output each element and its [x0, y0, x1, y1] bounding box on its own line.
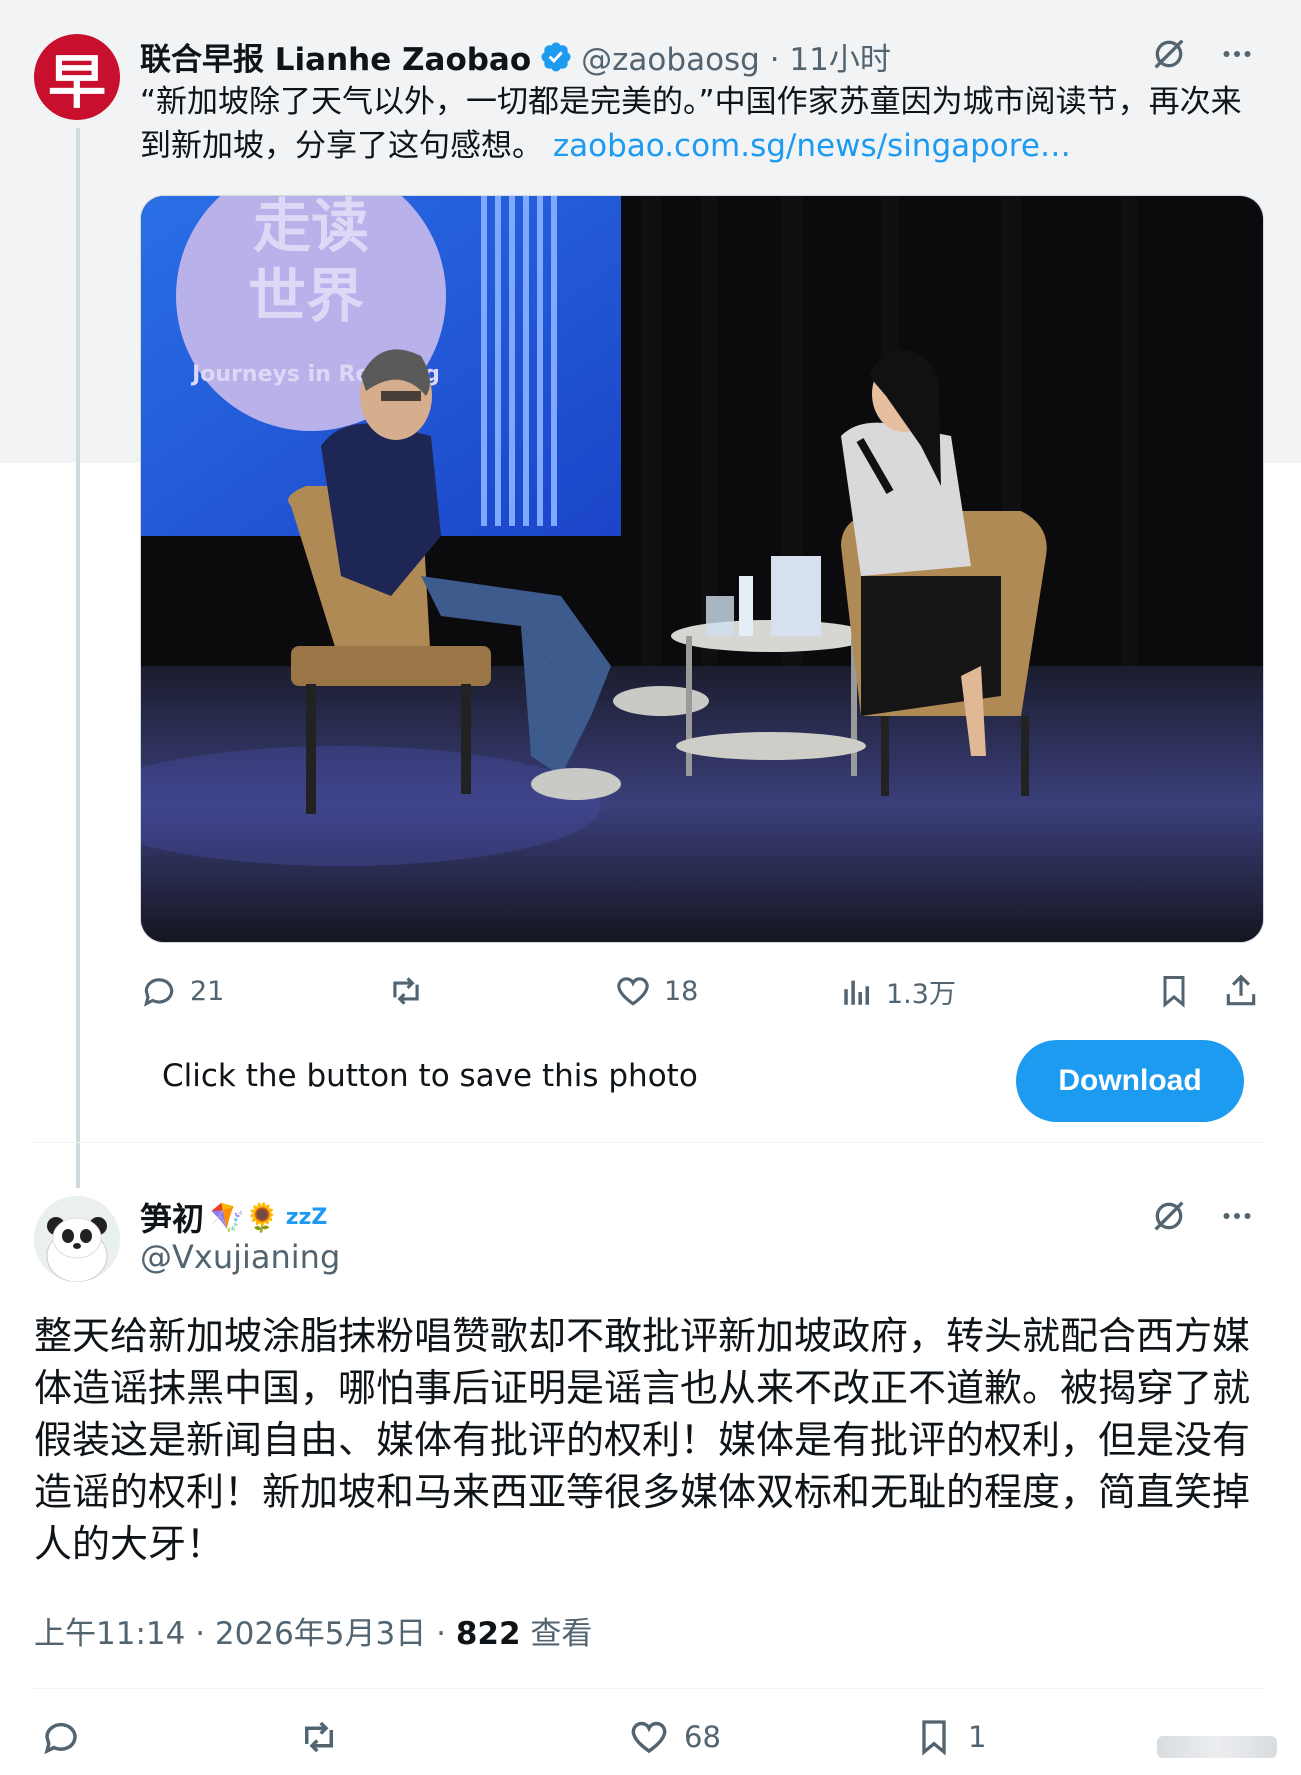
share-button[interactable]: [1222, 972, 1260, 1010]
reply-button[interactable]: 21: [140, 972, 224, 1010]
reply-button[interactable]: [40, 1716, 82, 1758]
tweet-photo[interactable]: 走读 世界 Journeys in Reading: [140, 195, 1264, 943]
like-count: 18: [664, 975, 699, 1007]
quoted-handle-time[interactable]: @zaobaosg · 11小时: [581, 34, 891, 79]
tweet-view-count: 822: [455, 1616, 521, 1652]
reply-icon: [44, 1722, 77, 1755]
author-name-row[interactable]: 笋初 🪁🌻 zzZ: [140, 1194, 327, 1240]
user-avatar[interactable]: [34, 1196, 120, 1282]
name-zzz: zzZ: [285, 1204, 328, 1230]
quoted-action-bar: 21 18 1.3万: [140, 972, 1264, 1022]
thread-line: [76, 128, 80, 1188]
tweet-timestamp[interactable]: 上午11:14 · 2026年5月3日 ·: [34, 1616, 456, 1652]
zaobao-avatar[interactable]: 早: [34, 34, 120, 120]
quoted-tweet-text: “新加坡除了天气以外，一切都是完美的。”中国作家苏童因为城市阅读节，再次来到新加…: [140, 80, 1260, 168]
like-button[interactable]: 18: [614, 972, 698, 1010]
share-icon: [1226, 974, 1256, 1006]
article-link[interactable]: zaobao.com.sg/news/singapore…: [553, 128, 1071, 164]
more-options-icon[interactable]: [1219, 36, 1255, 72]
views-button[interactable]: 1.3万: [840, 972, 956, 1011]
tweet-header-actions: [1149, 1196, 1255, 1236]
like-count: 68: [684, 1720, 721, 1754]
tweet-action-bar: 68 1: [34, 1716, 1274, 1766]
grok-icon[interactable]: [1149, 1196, 1189, 1236]
bookmark-icon: [1163, 976, 1185, 1008]
retweet-button[interactable]: [296, 1716, 342, 1758]
grok-icon[interactable]: [1149, 34, 1189, 74]
more-options-icon[interactable]: [1219, 1198, 1255, 1234]
avatar-logo-char: 早: [47, 48, 106, 116]
stage-photo-illustration: 走读 世界 Journeys in Reading: [141, 196, 1263, 942]
quoted-author-name[interactable]: 联合早报 Lianhe Zaobao: [140, 34, 531, 79]
divider: [34, 1688, 1264, 1689]
heart-icon: [631, 1721, 667, 1754]
quoted-header-actions: [1149, 34, 1255, 74]
sign-line1: 走读: [253, 196, 369, 260]
bookmark-button[interactable]: 1: [914, 1716, 986, 1758]
views-count: 1.3万: [886, 979, 956, 1010]
verified-badge-icon[interactable]: [539, 40, 573, 74]
heart-icon: [617, 977, 649, 1006]
divider: [34, 1142, 1264, 1143]
reply-count: 21: [190, 975, 225, 1007]
page: 早 联合早报 Lianhe Zaobao @zaobaosg · 11小时 “新…: [0, 0, 1301, 1775]
retweet-button[interactable]: [385, 972, 427, 1010]
tweet-meta: 上午11:14 · 2026年5月3日 · 822 查看: [34, 1608, 592, 1653]
views-icon: [844, 980, 870, 1005]
author-handle[interactable]: @Vxujianing: [140, 1238, 340, 1276]
bookmark-count: 1: [968, 1720, 987, 1754]
download-button[interactable]: Download: [1016, 1040, 1244, 1122]
panda-avatar-icon: [34, 1196, 120, 1282]
bookmark-icon: [922, 1720, 946, 1756]
author-name: 笋初: [140, 1200, 205, 1238]
bookmark-button[interactable]: [1156, 972, 1192, 1010]
watermark-blur: [1157, 1736, 1277, 1758]
views-label: 查看: [520, 1616, 593, 1652]
save-photo-row: Click the button to save this photo Down…: [140, 1040, 1264, 1122]
tweet-text: 整天给新加坡涂脂抹粉唱赞歌却不敢批评新加坡政府，转头就配合西方媒体造谣抹黑中国，…: [34, 1314, 1251, 1566]
reply-icon: [143, 978, 174, 1007]
sign-line2: 世界: [248, 262, 364, 330]
name-emoji: 🪁🌻: [210, 1200, 280, 1234]
quoted-tweet-header: 联合早报 Lianhe Zaobao @zaobaosg · 11小时: [140, 34, 891, 79]
retweet-icon: [305, 1721, 333, 1753]
retweet-icon: [393, 977, 419, 1005]
save-photo-prompt: Click the button to save this photo: [162, 1058, 698, 1094]
like-button[interactable]: 68: [628, 1716, 721, 1758]
